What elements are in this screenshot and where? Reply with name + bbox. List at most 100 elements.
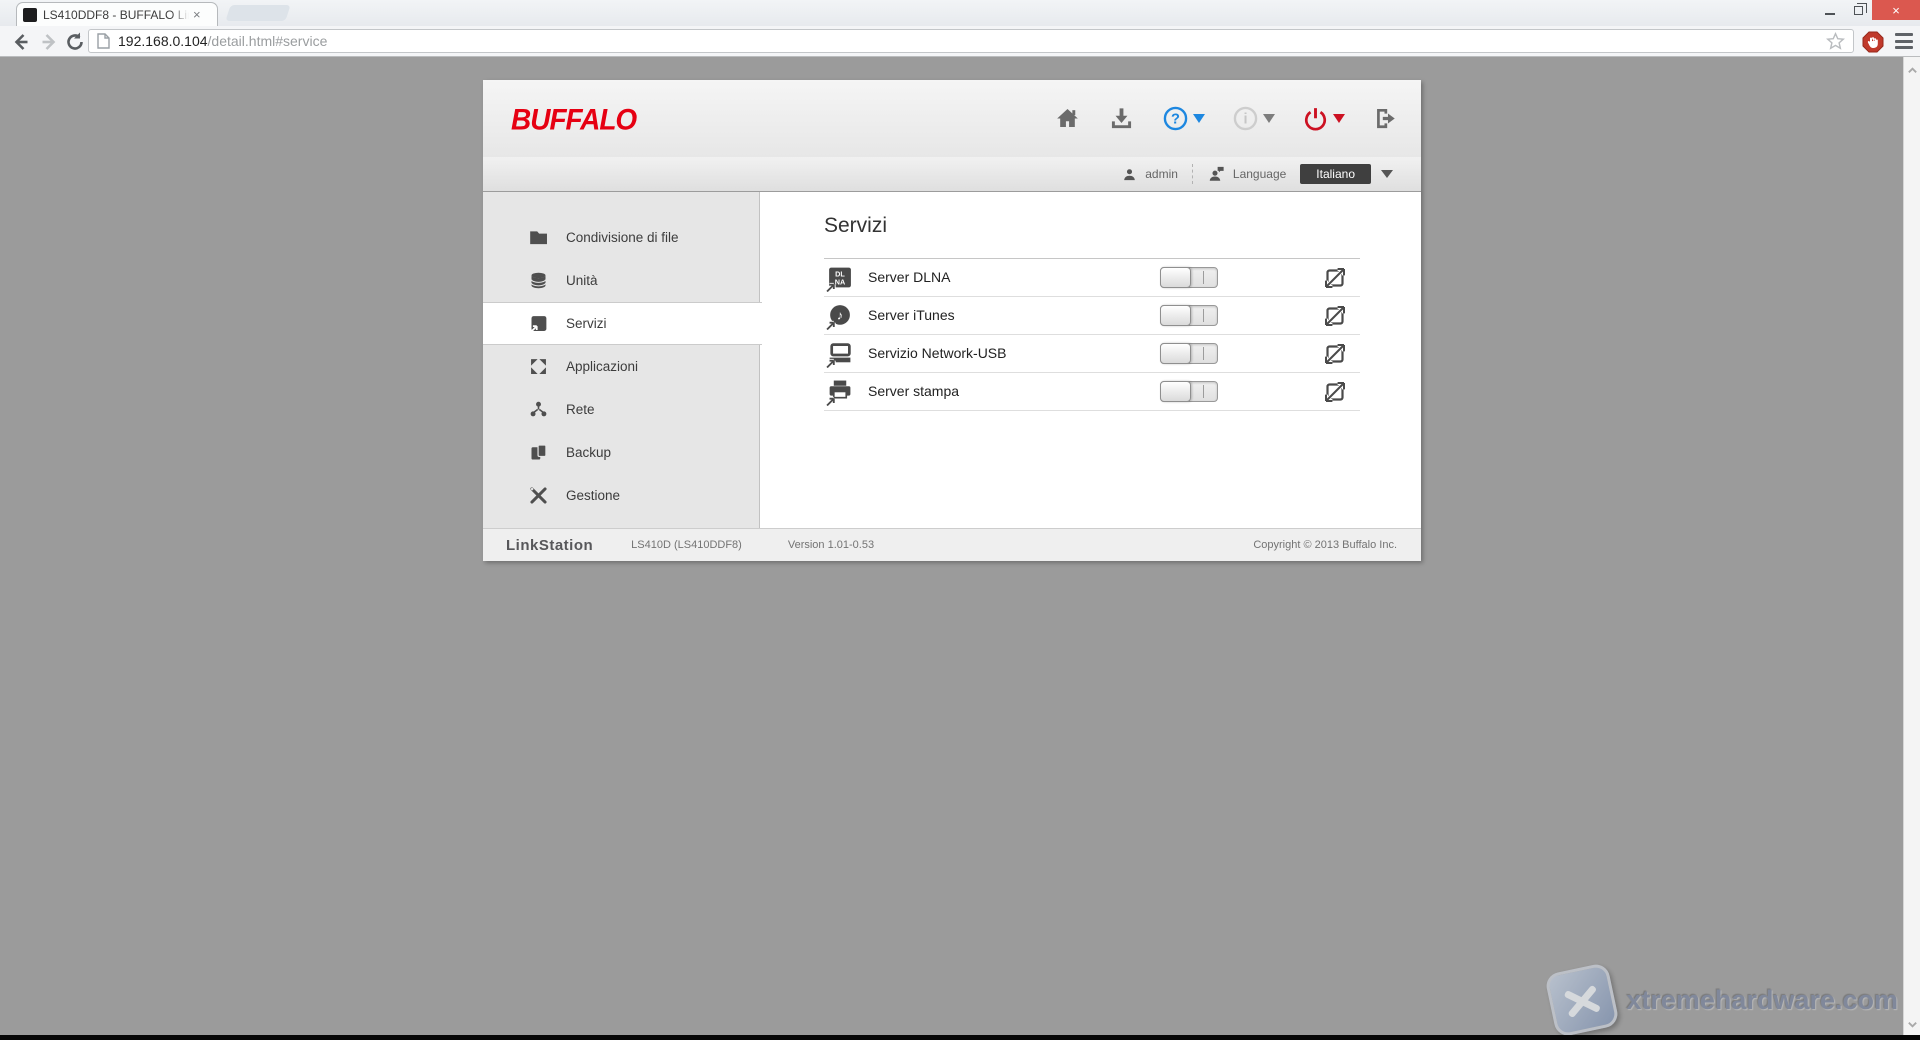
power-icon xyxy=(1302,105,1329,132)
sidebar-item-backup[interactable]: Backup xyxy=(483,431,759,474)
info-icon: i xyxy=(1232,105,1259,132)
firmware-version: Version 1.01-0.53 xyxy=(788,539,874,551)
network-icon xyxy=(528,399,549,420)
power-menu[interactable] xyxy=(1302,105,1345,132)
svg-text:NA: NA xyxy=(835,278,846,287)
browser-menu-button[interactable] xyxy=(1895,33,1913,49)
toggle-handle xyxy=(1160,267,1191,288)
window-controls: × xyxy=(1816,0,1920,20)
sidebar-item-servizi[interactable]: Servizi xyxy=(483,302,762,345)
watermark-text: xtremehardware.com xyxy=(1626,985,1898,1016)
drive-icon xyxy=(528,270,549,291)
print-server-icon xyxy=(826,379,853,406)
svg-text:?: ? xyxy=(1171,112,1180,128)
chevron-down-icon xyxy=(1333,114,1345,123)
menu-bar xyxy=(1895,46,1913,49)
toggle-handle xyxy=(1160,305,1191,326)
app-footer: LinkStation LS410D (LS410DDF8) Version 1… xyxy=(483,528,1421,561)
browser-toolbar: 192.168.0.104/detail.html#service xyxy=(0,26,1920,57)
page-viewport: BUFFALO ? i xyxy=(0,57,1920,1040)
buffalo-logo: BUFFALO xyxy=(511,103,636,137)
xtremehardware-logo-icon xyxy=(1544,962,1620,1038)
service-row-print: Server stampa xyxy=(824,373,1360,411)
window-minimize-button[interactable] xyxy=(1816,0,1844,20)
backup-icon xyxy=(528,442,549,463)
tools-icon xyxy=(528,485,549,506)
service-list: DLNA Server DLNA ♪ Server iTunes xyxy=(824,258,1360,411)
user-language-bar: admin Language Italiano xyxy=(483,157,1421,192)
svg-text:♪: ♪ xyxy=(837,309,843,323)
url-host: 192.168.0.104 xyxy=(118,33,208,49)
tab-title: LS410DDF8 - BUFFALO Lin xyxy=(43,7,189,23)
bookmark-star-icon[interactable] xyxy=(1826,32,1845,51)
username: admin xyxy=(1145,167,1178,181)
sidebar-item-unita[interactable]: Unità xyxy=(483,259,759,302)
sidebar-item-applicazioni[interactable]: Applicazioni xyxy=(483,345,759,388)
refresh-button[interactable] xyxy=(64,31,86,53)
app-body: Condivisione di file Unità Servizi Appli… xyxy=(483,192,1421,528)
screen: LS410DDF8 - BUFFALO Lin × × 192.168.0.10… xyxy=(0,0,1920,1040)
service-name: Server DLNA xyxy=(868,269,950,285)
chevron-down-icon xyxy=(1193,114,1205,123)
toggle-handle xyxy=(1160,381,1191,402)
sidebar-item-condivisione-di-file[interactable]: Condivisione di file xyxy=(483,216,759,259)
scroll-up-icon[interactable] xyxy=(1907,65,1918,76)
app-header: BUFFALO ? i xyxy=(483,80,1421,157)
menu-bar xyxy=(1895,33,1913,36)
tab-close-icon[interactable]: × xyxy=(193,8,201,21)
back-button[interactable] xyxy=(10,31,32,53)
browser-tab[interactable]: LS410DDF8 - BUFFALO Lin × xyxy=(16,2,218,26)
svg-text:i: i xyxy=(1243,112,1247,128)
dlna-toggle-switch[interactable] xyxy=(1160,267,1218,288)
window-restore-button[interactable] xyxy=(1844,0,1872,20)
adblock-extension-icon[interactable] xyxy=(1862,31,1884,53)
copyright: Copyright © 2013 Buffalo Inc. xyxy=(1253,539,1397,551)
help-icon: ? xyxy=(1162,105,1189,132)
buffalo-app-window: BUFFALO ? i xyxy=(483,80,1421,561)
info-menu[interactable]: i xyxy=(1232,105,1275,132)
applications-icon xyxy=(528,356,549,377)
network-usb-open-settings-button[interactable] xyxy=(1324,343,1346,365)
sidebar-item-rete[interactable]: Rete xyxy=(483,388,759,431)
linkstation-brand: LinkStation xyxy=(506,537,593,554)
language-label: Language xyxy=(1233,167,1286,181)
print-open-settings-button[interactable] xyxy=(1324,381,1346,403)
url-bar[interactable]: 192.168.0.104/detail.html#service xyxy=(88,29,1854,53)
forward-button[interactable] xyxy=(38,31,60,53)
download-icon[interactable] xyxy=(1108,105,1135,132)
menu-bar xyxy=(1895,40,1913,43)
network-usb-toggle-switch[interactable] xyxy=(1160,343,1218,364)
restore-icon xyxy=(1854,6,1863,15)
print-toggle-switch[interactable] xyxy=(1160,381,1218,402)
network-usb-service-icon xyxy=(826,341,853,368)
toggle-mark xyxy=(1203,347,1204,360)
toggle-mark xyxy=(1203,271,1204,284)
language-chevron-down-icon[interactable] xyxy=(1381,170,1393,178)
chevron-down-icon xyxy=(1263,114,1275,123)
service-row-network-usb: Servizio Network-USB xyxy=(824,335,1360,373)
dlna-open-settings-button[interactable] xyxy=(1324,267,1346,289)
home-icon[interactable] xyxy=(1054,105,1081,132)
language-icon xyxy=(1207,165,1226,183)
logout-icon[interactable] xyxy=(1372,105,1399,132)
toggle-mark xyxy=(1203,309,1204,322)
service-row-itunes: ♪ Server iTunes xyxy=(824,297,1360,335)
sidebar-item-gestione[interactable]: Gestione xyxy=(483,474,759,517)
user-icon xyxy=(1121,166,1138,183)
tab-favicon-icon xyxy=(23,8,37,22)
window-close-button[interactable]: × xyxy=(1872,0,1920,20)
new-tab-button[interactable] xyxy=(225,5,290,21)
help-menu[interactable]: ? xyxy=(1162,105,1205,132)
services-icon xyxy=(528,313,549,334)
url-path: /detail.html#service xyxy=(208,33,328,49)
sidebar: Condivisione di file Unità Servizi Appli… xyxy=(483,192,760,528)
scroll-down-icon[interactable] xyxy=(1907,1019,1918,1030)
device-model: LS410D (LS410DDF8) xyxy=(631,539,742,551)
itunes-toggle-switch[interactable] xyxy=(1160,305,1218,326)
toggle-handle xyxy=(1160,343,1191,364)
itunes-open-settings-button[interactable] xyxy=(1324,305,1346,327)
divider xyxy=(1192,164,1193,184)
vertical-scrollbar[interactable] xyxy=(1903,57,1920,1040)
language-select-value[interactable]: Italiano xyxy=(1300,164,1371,184)
content-panel: Servizi DLNA Server DLNA ♪ Server iTunes xyxy=(761,192,1421,528)
